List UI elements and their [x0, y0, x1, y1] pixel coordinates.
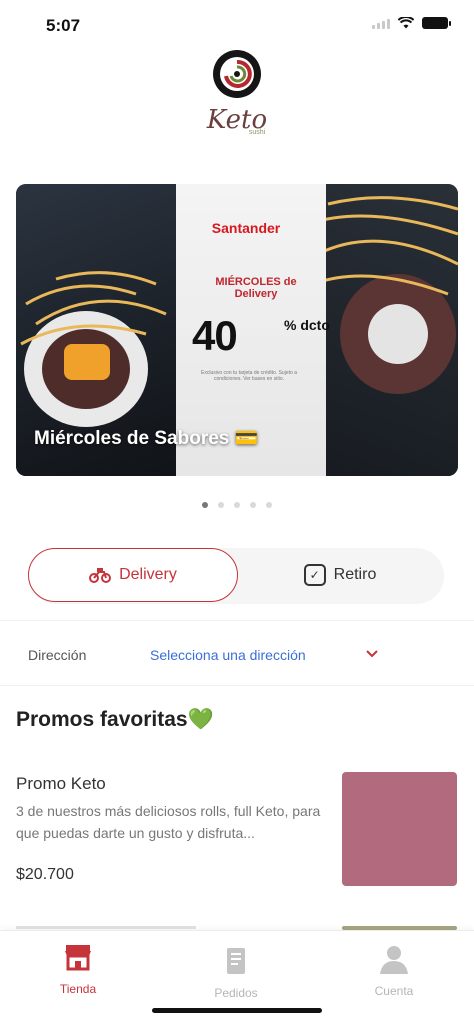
pickup-label: Retiro [333, 566, 377, 583]
promo-card[interactable]: Promo Keto 3 de nuestros más deliciosos … [0, 770, 474, 890]
banner-discount-suffix: % dcto [284, 317, 330, 333]
address-label: Dirección [28, 647, 87, 663]
address-placeholder[interactable]: Selecciona una dirección [150, 647, 306, 663]
brand-logo: Keto sushi [192, 48, 282, 148]
tab-label-tienda: Tienda [59, 982, 97, 996]
delivery-label: Delivery [119, 566, 177, 583]
user-icon [380, 946, 408, 974]
banner-fine-print: Exclusivo con tu tarjeta de crédito. Suj… [201, 370, 297, 382]
store-icon [65, 945, 91, 971]
carousel-dot[interactable] [218, 502, 224, 508]
delivery-button[interactable]: Delivery [28, 548, 238, 602]
promo-name: Promo Keto [16, 774, 106, 793]
receipt-icon [227, 948, 245, 974]
carousel-dot[interactable] [234, 502, 240, 508]
banner-sushi-image-right [307, 184, 458, 476]
sushi-logo-icon [213, 50, 261, 98]
carousel-dots [0, 502, 474, 508]
tab-tienda[interactable]: Tienda [28, 941, 128, 996]
pickup-button[interactable]: ✓ Retiro [290, 548, 390, 602]
banner-title: Miércoles de Sabores 💳 [34, 428, 259, 449]
delivery-mode-toggle: Delivery ✓ Retiro [28, 548, 444, 604]
battery-icon [422, 17, 451, 29]
chevron-down-icon[interactable] [364, 645, 380, 661]
motorbike-icon [89, 568, 112, 583]
promo-description: 3 de nuestros más deliciosos rolls, full… [16, 803, 321, 841]
status-time: 5:07 [46, 16, 81, 35]
tab-pedidos[interactable]: Pedidos [186, 945, 286, 1000]
address-selector[interactable]: Dirección Selecciona una dirección [0, 620, 474, 686]
tab-label-pedidos: Pedidos [214, 986, 258, 1000]
signal-icon [372, 17, 390, 29]
promo-price: $20.700 [16, 866, 74, 883]
tab-cuenta[interactable]: Cuenta [344, 943, 444, 998]
carousel-dot[interactable] [202, 502, 208, 508]
home-indicator [152, 1008, 322, 1013]
banner-sponsor: Santander [211, 220, 281, 236]
banner-day-label: MIÉRCOLES de Delivery [215, 276, 297, 300]
banner-discount: 40 [192, 312, 238, 359]
promo-image [342, 772, 457, 886]
status-bar: 5:07 [0, 0, 474, 50]
tab-label-cuenta: Cuenta [374, 984, 414, 998]
carousel-dot[interactable] [250, 502, 256, 508]
wifi-icon [398, 17, 414, 29]
store-pickup-icon: ✓ [303, 564, 326, 586]
section-title: Promos favoritas💚 [16, 708, 214, 731]
promo-banner[interactable]: Santander MIÉRCOLES de Delivery 40 % dct… [16, 184, 458, 476]
carousel-dot[interactable] [266, 502, 272, 508]
status-icons [372, 17, 451, 29]
